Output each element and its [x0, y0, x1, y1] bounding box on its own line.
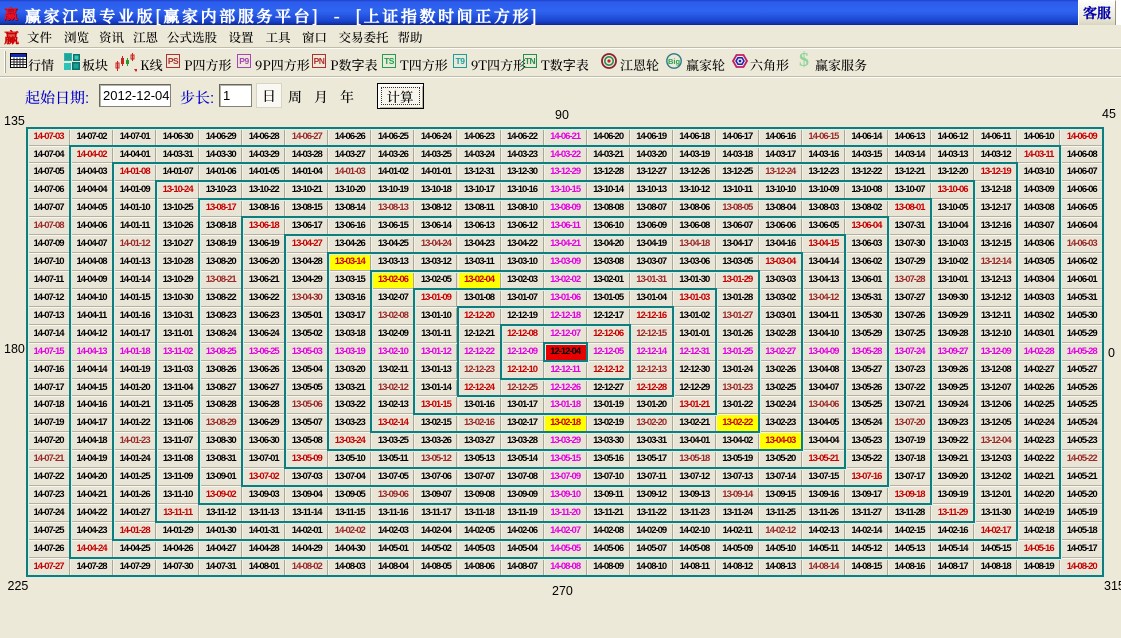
svg-text:Big: Big: [668, 57, 681, 66]
